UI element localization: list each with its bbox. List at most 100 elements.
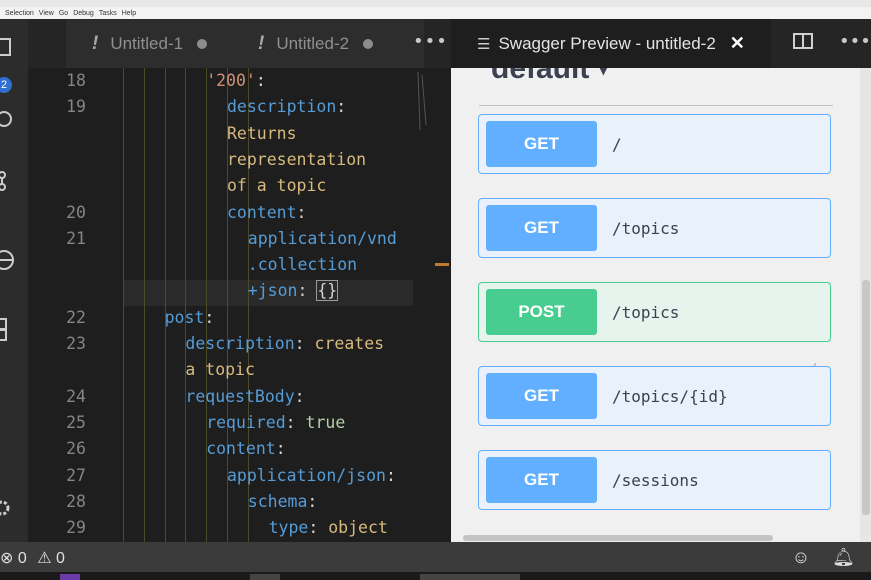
tab-untitled-2[interactable]: ! Untitled-2 <box>234 19 424 68</box>
line-number: 20 <box>66 202 86 222</box>
window-title-bar <box>0 0 871 7</box>
error-count: 0 <box>17 550 27 567</box>
code-token: +json <box>247 281 298 301</box>
tab-untitled-1[interactable]: ! Untitled-1 <box>66 19 261 68</box>
notification-badge: 2 <box>0 77 12 93</box>
unsaved-indicator: ! <box>92 32 99 54</box>
code-line: a topic <box>28 357 435 383</box>
code-text: content: <box>206 436 285 462</box>
menu-view[interactable]: View <box>39 10 54 17</box>
code-token: '200' <box>206 71 256 90</box>
editor-overview-ruler[interactable] <box>435 68 451 542</box>
line-number: 21 <box>66 228 86 248</box>
taskbar-app-icon[interactable] <box>250 574 280 580</box>
close-icon[interactable]: ✕ <box>730 33 745 54</box>
line-number: 28 <box>66 491 86 511</box>
more-actions-icon[interactable]: ••• <box>413 31 448 52</box>
split-editor-icon[interactable] <box>793 33 813 49</box>
code-token: application/json <box>227 465 386 485</box>
tab-swagger-preview[interactable]: ☰ Swagger Preview - untitled-2 ✕ <box>451 19 771 68</box>
error-icon: ⊗ <box>0 550 14 567</box>
minimap[interactable] <box>416 70 428 132</box>
code-text: application/json: <box>227 463 396 489</box>
code-line: 29 type: object <box>28 515 435 541</box>
preview-scroll-thumb[interactable] <box>862 280 870 515</box>
line-number: 18 <box>66 71 86 90</box>
more-actions-icon[interactable]: ••• <box>839 31 871 52</box>
warning-count: 0 <box>56 550 65 567</box>
horizontal-scroll-thumb[interactable] <box>463 535 773 541</box>
code-text: application/vnd <box>248 226 397 252</box>
extensions-icon[interactable] <box>0 317 20 341</box>
menu-go[interactable]: Go <box>59 10 68 17</box>
taskbar-app-icon[interactable] <box>420 574 520 580</box>
settings-gear-icon[interactable] <box>0 497 20 521</box>
debug-icon[interactable] <box>0 247 20 271</box>
line-number: 29 <box>66 518 86 538</box>
code-line: 18 '200': <box>28 68 435 94</box>
warning-icon: ⚠ <box>37 550 52 567</box>
code-token: : <box>294 386 305 406</box>
taskbar-app-icon[interactable] <box>60 574 80 580</box>
operation-get-sessions[interactable]: GET /sessions <box>478 450 831 510</box>
code-line: 27 application/json: <box>28 463 435 489</box>
menu-help[interactable]: Help <box>122 10 136 17</box>
code-text: .collection <box>248 252 357 278</box>
os-taskbar <box>0 572 871 580</box>
code-token: : <box>307 491 318 511</box>
code-token: creates <box>314 334 385 353</box>
code-line: 19 description: <box>28 94 435 120</box>
chevron-down-icon[interactable]: ▾ <box>599 68 607 79</box>
activity-bar: 2 <box>0 19 28 542</box>
code-text: '200': <box>206 68 266 94</box>
code-line: of a topic <box>28 173 435 199</box>
code-token: description <box>227 97 337 117</box>
code-line: 22 post: <box>28 305 435 331</box>
operation-path: / <box>612 134 622 154</box>
code-token: .collection <box>247 255 358 275</box>
code-token: : <box>296 202 307 222</box>
operation-path: /sessions <box>612 470 699 490</box>
code-token: {} <box>316 280 339 302</box>
feedback-smiley-icon[interactable]: ☺ <box>792 547 810 568</box>
notifications-bell-icon[interactable]: 🔔︎ <box>832 547 855 568</box>
operation-post-topics[interactable]: POST /topics <box>478 282 831 342</box>
tab-label: Untitled-2 <box>276 33 350 53</box>
code-token: representation <box>227 149 367 169</box>
section-divider <box>479 105 833 106</box>
method-badge: GET <box>486 121 597 167</box>
method-badge: GET <box>486 457 597 503</box>
method-badge: GET <box>486 373 597 419</box>
code-token: post <box>164 307 205 327</box>
code-line: .collection <box>28 252 435 278</box>
operation-path: /topics <box>612 302 680 322</box>
menu-tasks[interactable]: Tasks <box>99 10 117 17</box>
code-text: description: creates <box>185 331 384 357</box>
section-title[interactable]: default ▾ <box>491 68 607 86</box>
problems-indicator[interactable]: ⊗ 0 ⚠ 0 <box>0 548 65 568</box>
code-token: : <box>285 412 306 432</box>
menu-selection[interactable]: Selection <box>5 10 34 17</box>
dirty-dot-icon[interactable] <box>363 38 374 49</box>
tab-label: Swagger Preview - untitled-2 <box>498 33 716 53</box>
operation-path: /topics <box>612 218 680 238</box>
code-token: application/vnd <box>247 228 397 248</box>
explorer-icon[interactable] <box>0 35 20 59</box>
preview-tab-bar: ☰ Swagger Preview - untitled-2 ✕ ••• <box>451 19 871 68</box>
operation-get-topics[interactable]: GET /topics ☝ <box>478 198 831 377</box>
code-token: object <box>328 518 388 538</box>
operation-get-root[interactable]: GET / <box>478 114 831 174</box>
menu-debug[interactable]: Debug <box>73 10 94 17</box>
source-control-icon[interactable] <box>0 169 20 193</box>
code-line: 21 application/vnd <box>28 226 435 252</box>
line-number: 26 <box>66 439 86 459</box>
code-editor[interactable]: 18 '200': 19 description: Returns representa… <box>28 68 435 542</box>
code-text: a topic <box>185 357 255 383</box>
dirty-dot-icon[interactable] <box>197 38 208 49</box>
search-icon[interactable] <box>0 109 20 133</box>
code-token: type <box>268 518 309 538</box>
operation-get-topic-by-id[interactable]: GET /topics/{id} <box>478 366 831 426</box>
code-token: : <box>255 71 266 90</box>
line-number: 27 <box>66 465 86 485</box>
code-text: representation <box>227 147 366 173</box>
